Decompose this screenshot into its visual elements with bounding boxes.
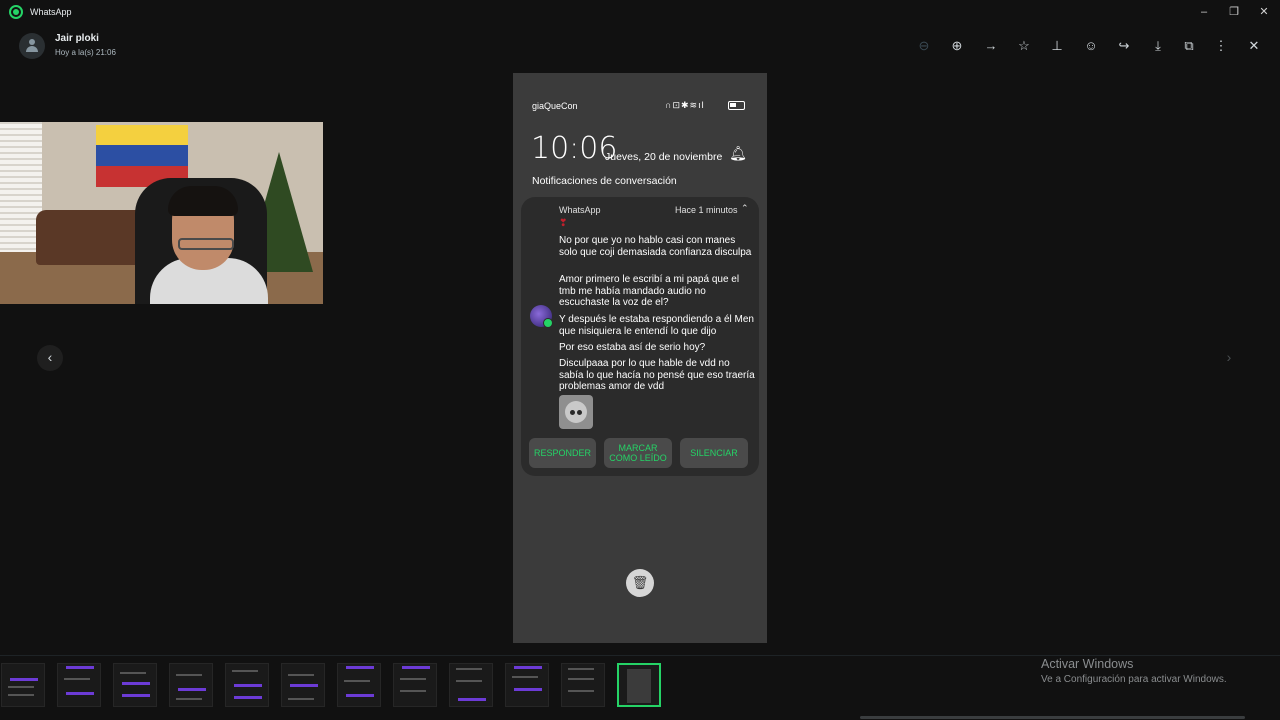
title-bar: WhatsApp – ❐ ✕ <box>0 0 1280 25</box>
mute-button: SILENCIAR <box>680 438 748 468</box>
close-icon[interactable]: ✕ <box>1245 37 1263 55</box>
media-thumbnail-selected[interactable] <box>617 663 661 707</box>
more-vertical-icon[interactable]: ⋮ <box>1212 37 1230 55</box>
zoom-in-icon[interactable]: ⊕ <box>948 37 966 55</box>
next-media-button[interactable]: › <box>1216 345 1242 371</box>
media-thumbnail[interactable] <box>1 663 45 707</box>
emoji-icon[interactable]: ☺ <box>1082 37 1100 55</box>
minimize-icon[interactable]: – <box>1194 3 1214 21</box>
notification-settings-bell-icon: 🔔︎ <box>729 145 747 161</box>
lockscreen-date: Jueves, 20 de noviembre <box>605 151 723 163</box>
notification-message: Disculpaaa por lo que hable de vdd no sa… <box>559 358 755 393</box>
notification-app-name: WhatsApp <box>559 205 601 215</box>
media-thumbnail[interactable] <box>393 663 437 707</box>
trash-icon: 🗑︎ <box>626 569 654 597</box>
notification-time: Hace 1 minutos <box>675 205 738 215</box>
message-timestamp: Hoy a la(s) 21:06 <box>55 48 116 57</box>
app-title: WhatsApp <box>30 7 72 17</box>
media-thumbnail[interactable] <box>169 663 213 707</box>
media-thumbnail[interactable] <box>337 663 381 707</box>
avatar[interactable] <box>19 33 45 59</box>
notification-message: Amor primero le escribí a mi papá que el… <box>559 274 740 309</box>
whatsapp-badge-icon <box>543 318 553 328</box>
battery-icon <box>728 101 745 110</box>
notification-card: WhatsApp Hace 1 minutos ⌃ ❣ No por que y… <box>521 197 759 476</box>
chevron-up-icon: ⌃ <box>741 203 749 213</box>
download-icon[interactable]: ⤓ <box>1149 37 1167 55</box>
notification-message: Por eso estaba así de serio hoy? <box>559 342 706 353</box>
carrier-label: giaQueCon <box>532 101 578 111</box>
media-thumbnail[interactable] <box>225 663 269 707</box>
media-thumbnail[interactable] <box>505 663 549 707</box>
notification-message: Y después le estaba respondiendo a él Me… <box>559 314 754 337</box>
open-external-icon[interactable]: ⧉ <box>1180 37 1198 55</box>
webcam-person <box>0 122 323 304</box>
whatsapp-logo-icon <box>9 5 23 19</box>
heart-emoji: ❣ <box>559 218 568 229</box>
close-window-icon[interactable]: ✕ <box>1254 3 1274 21</box>
restore-icon[interactable]: ❐ <box>1224 3 1244 21</box>
zoom-out-icon[interactable]: ⊖ <box>915 37 933 55</box>
status-icons: ∩⊡✱≋ıl <box>665 100 705 110</box>
contact-name[interactable]: Jair ploki <box>55 33 99 44</box>
sticker-image <box>559 395 593 429</box>
media-thumbnail[interactable] <box>561 663 605 707</box>
activation-watermark-title: Activar Windows <box>1041 657 1134 671</box>
horizontal-scrollbar[interactable] <box>860 716 1245 719</box>
mark-read-button: MARCAR COMO LEÍDO <box>604 438 672 468</box>
star-icon[interactable]: ☆ <box>1015 37 1033 55</box>
forward-icon[interactable]: ↪ <box>1115 37 1133 55</box>
arrow-right-icon[interactable]: → <box>982 37 1000 55</box>
activation-watermark-subtitle: Ve a Configuración para activar Windows. <box>1041 674 1227 685</box>
phone-screenshot: giaQueCon ∩⊡✱≋ıl 10:06 Jueves, 20 de nov… <box>513 73 767 643</box>
reply-button: RESPONDER <box>529 438 596 468</box>
media-viewer-header: Jair ploki Hoy a la(s) 21:06 ⊖ ⊕ → ☆ ⊥ ☺… <box>0 25 1280 67</box>
media-thumbnail[interactable] <box>57 663 101 707</box>
notification-message: No por que yo no hablo casi con manes so… <box>559 235 752 258</box>
media-thumbnail[interactable] <box>113 663 157 707</box>
previous-media-button[interactable]: ‹ <box>37 345 63 371</box>
media-thumbnail[interactable] <box>449 663 493 707</box>
section-title: Notificaciones de conversación <box>532 175 677 187</box>
pin-icon[interactable]: ⊥ <box>1048 37 1066 55</box>
media-thumbnail[interactable] <box>281 663 325 707</box>
